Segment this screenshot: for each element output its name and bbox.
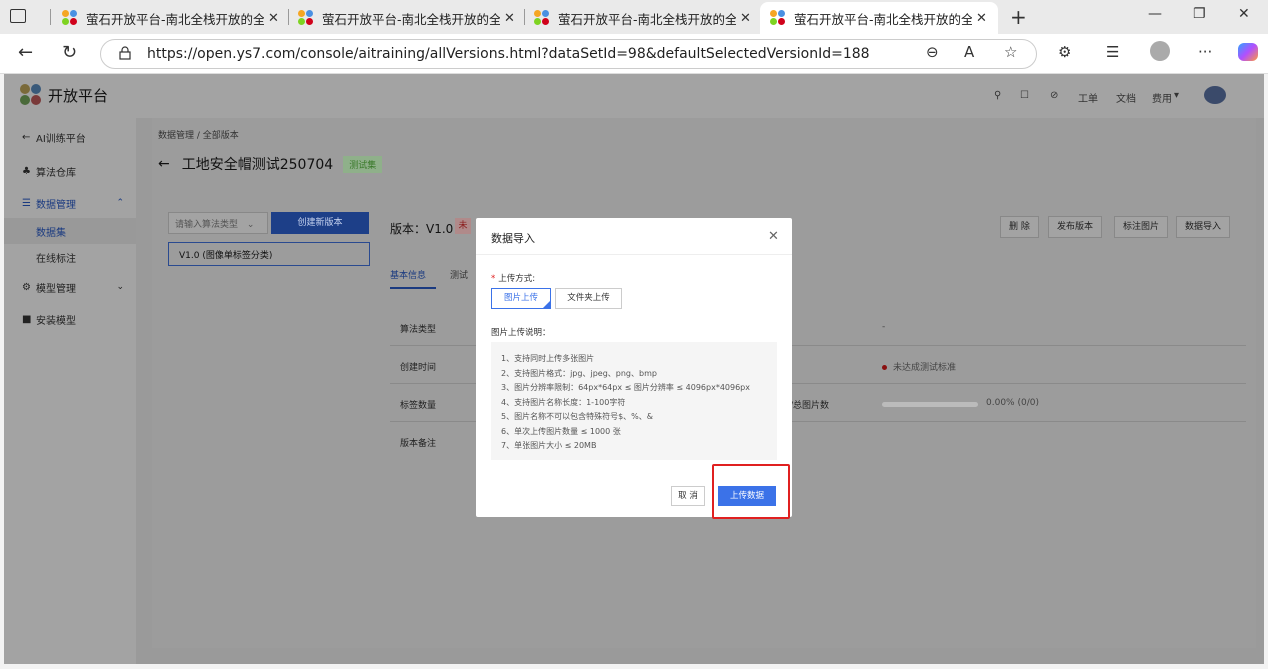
upload-instructions: 1、支持同时上传多张图片 2、支持图片格式：jpg、jpeg、png、bmp 3… — [491, 342, 777, 460]
list-item: 6、单次上传图片数量 ≤ 1000 张 — [501, 426, 621, 436]
modal-overlay: 数据导入 ✕ * 上传方式: 图片上传 文件夹上传 图片上传说明： 1、支持同时上… — [0, 0, 1268, 669]
list-item: 1、支持同时上传多张图片 — [501, 354, 595, 363]
list-item: 5、图片名称不可以包含特殊符号$、%、& — [501, 412, 654, 421]
dialog-title: 数据导入 — [491, 232, 535, 245]
cancel-button[interactable]: 取 消 — [671, 486, 705, 506]
list-item: 3、图片分辨率限制：64px*64px ≤ 图片分辨率 ≤ 4096px*409… — [501, 383, 750, 392]
folder-upload-button[interactable]: 文件夹上传 — [555, 288, 622, 309]
list-item: 2、支持图片格式：jpg、jpeg、png、bmp — [501, 368, 657, 378]
list-item: 4、支持图片名称长度：1-100字符 — [501, 397, 626, 407]
close-icon[interactable]: ✕ — [768, 229, 779, 244]
list-item: 7、单张图片大小 ≤ 20MB — [501, 441, 597, 450]
upload-method-label: * 上传方式: — [491, 274, 536, 284]
dialog-divider — [476, 254, 792, 255]
selected-corner-icon — [543, 301, 550, 308]
upload-instructions-title: 图片上传说明： — [491, 328, 551, 338]
image-upload-button[interactable]: 图片上传 — [491, 288, 551, 309]
highlight-box — [712, 464, 790, 519]
